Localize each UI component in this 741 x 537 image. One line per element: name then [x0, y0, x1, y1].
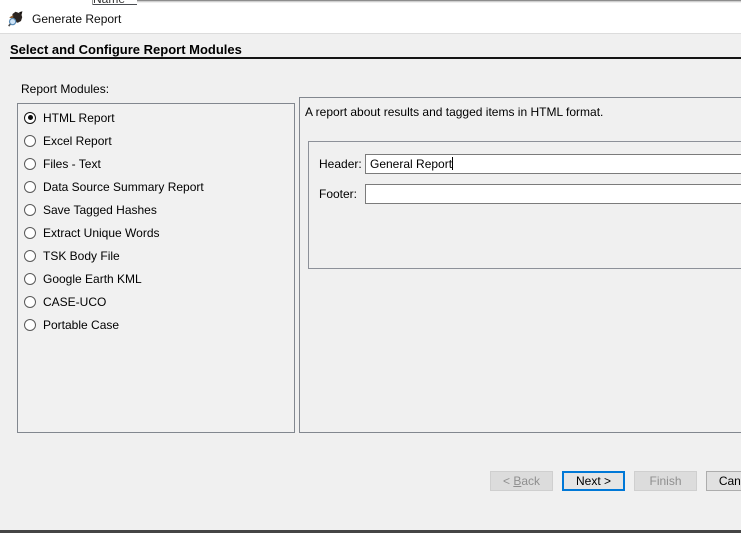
module-option-extract-unique-words[interactable]: Extract Unique Words — [18, 221, 294, 244]
report-modules-list: HTML Report Excel Report Files - Text Data … — [17, 103, 295, 433]
module-description: A report about results and tagged items … — [305, 105, 603, 119]
next-button[interactable]: Next > — [562, 471, 625, 491]
radio-unselected-icon[interactable] — [24, 181, 36, 193]
module-option-label: Portable Case — [43, 318, 119, 332]
module-option-google-earth-kml[interactable]: Google Earth KML — [18, 267, 294, 290]
radio-unselected-icon[interactable] — [24, 204, 36, 216]
module-option-save-tagged-hashes[interactable]: Save Tagged Hashes — [18, 198, 294, 221]
radio-unselected-icon[interactable] — [24, 273, 36, 285]
radio-unselected-icon[interactable] — [24, 250, 36, 262]
header-input[interactable]: General Report — [365, 154, 741, 174]
radio-unselected-icon[interactable] — [24, 135, 36, 147]
back-button[interactable]: < Back — [490, 471, 553, 491]
dialog-bottom-edge — [0, 530, 741, 533]
finish-button[interactable]: Finish — [634, 471, 697, 491]
footer-label: Footer: — [319, 187, 357, 201]
header-label: Header: — [319, 157, 362, 171]
cancel-button[interactable]: Cancel — [706, 471, 741, 491]
module-option-label: TSK Body File — [43, 249, 120, 263]
module-option-label: Data Source Summary Report — [43, 180, 204, 194]
module-option-data-source-summary-report[interactable]: Data Source Summary Report — [18, 175, 294, 198]
heading-underline — [10, 57, 741, 59]
module-config-panel: A report about results and tagged items … — [299, 97, 741, 433]
module-option-excel-report[interactable]: Excel Report — [18, 129, 294, 152]
module-option-label: Excel Report — [43, 134, 112, 148]
module-option-label: Google Earth KML — [43, 272, 142, 286]
autopsy-dog-logo-icon — [8, 11, 24, 27]
module-option-portable-case[interactable]: Portable Case — [18, 313, 294, 336]
radio-unselected-icon[interactable] — [24, 319, 36, 331]
module-option-label: Extract Unique Words — [43, 226, 160, 240]
radio-unselected-icon[interactable] — [24, 296, 36, 308]
radio-unselected-icon[interactable] — [24, 158, 36, 170]
background-window-edge — [137, 0, 741, 3]
module-option-label: CASE-UCO — [43, 295, 106, 309]
report-modules-label: Report Modules: — [21, 82, 109, 96]
module-option-files-text[interactable]: Files - Text — [18, 152, 294, 175]
module-option-label: Files - Text — [43, 157, 101, 171]
screenshot-root: Name Generate Report Select and Configur… — [0, 0, 741, 537]
wizard-step-heading: Select and Configure Report Modules — [10, 42, 242, 57]
footer-input[interactable] — [365, 184, 741, 204]
module-option-case-uco[interactable]: CASE-UCO — [18, 290, 294, 313]
dialog-titlebar[interactable]: Generate Report — [0, 5, 741, 33]
dialog-title: Generate Report — [32, 5, 121, 33]
module-option-tsk-body-file[interactable]: TSK Body File — [18, 244, 294, 267]
module-option-html-report[interactable]: HTML Report — [18, 106, 294, 129]
text-cursor — [452, 157, 453, 170]
module-option-label: Save Tagged Hashes — [43, 203, 157, 217]
header-input-value: General Report — [370, 157, 452, 171]
header-footer-group: Header: General Report Footer: — [308, 141, 741, 269]
module-option-label: HTML Report — [43, 111, 115, 125]
radio-selected-icon[interactable] — [24, 112, 36, 124]
dialog-content: Select and Configure Report Modules Repo… — [0, 34, 741, 530]
radio-unselected-icon[interactable] — [24, 227, 36, 239]
